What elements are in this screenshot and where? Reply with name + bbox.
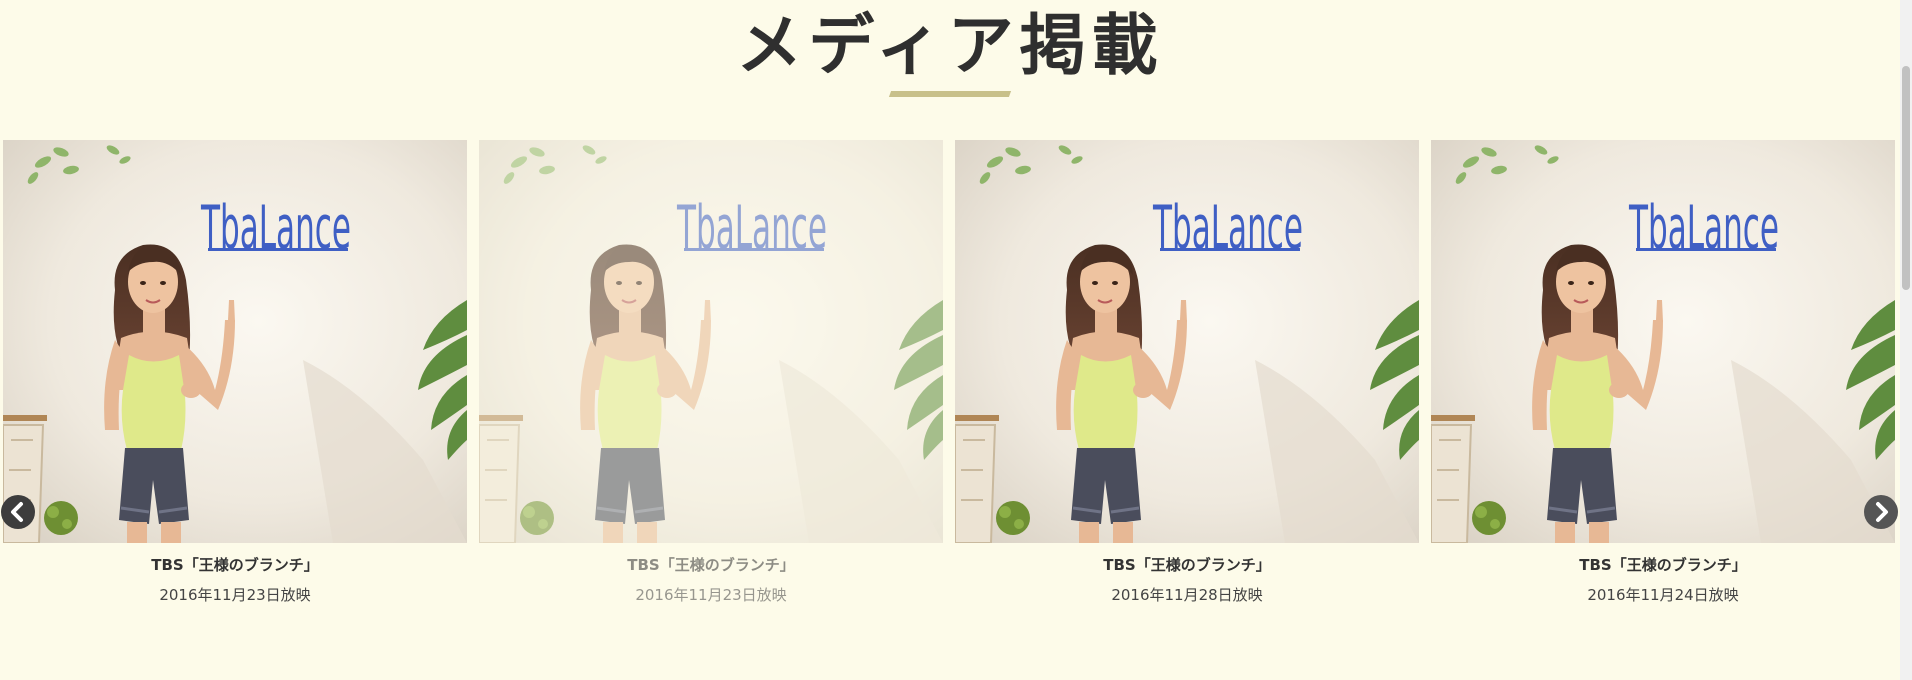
media-photo[interactable] [479, 140, 943, 543]
chevron-left-icon [11, 502, 23, 522]
scrollbar-thumb[interactable] [1902, 66, 1910, 290]
chevron-right-icon [1876, 502, 1888, 522]
media-card[interactable]: TBS「王様のブランチ」 2016年11月23日放映 [479, 140, 943, 620]
media-photo[interactable] [955, 140, 1419, 543]
page-scrollbar[interactable] [1900, 0, 1912, 680]
title-underline [888, 91, 1012, 97]
media-card-title[interactable]: TBS「王様のブランチ」 [1431, 555, 1895, 575]
media-card[interactable]: TBS「王様のブランチ」 2016年11月28日放映 [955, 140, 1419, 620]
media-carousel: TBS「王様のブランチ」 2016年11月23日放映 TBS「王様のブランチ」 … [0, 140, 1900, 620]
media-photo[interactable] [3, 140, 467, 543]
media-card-date: 2016年11月23日放映 [635, 586, 787, 604]
media-card[interactable]: TBS「王様のブランチ」 2016年11月23日放映 [3, 140, 467, 620]
carousel-prev-button[interactable] [1, 495, 35, 529]
media-card-title[interactable]: TBS「王様のブランチ」 [955, 555, 1419, 575]
media-card-title[interactable]: TBS「王様のブランチ」 [3, 555, 467, 575]
media-card-date: 2016年11月28日放映 [1111, 586, 1263, 604]
media-photo[interactable] [1431, 140, 1895, 543]
media-card-title[interactable]: TBS「王様のブランチ」 [479, 555, 943, 575]
media-card[interactable]: TBS「王様のブランチ」 2016年11月24日放映 [1431, 140, 1895, 620]
media-card-date: 2016年11月24日放映 [1587, 586, 1739, 604]
carousel-next-button[interactable] [1864, 495, 1898, 529]
media-card-date: 2016年11月23日放映 [159, 586, 311, 604]
section-title: メディア掲載 [736, 7, 1164, 84]
